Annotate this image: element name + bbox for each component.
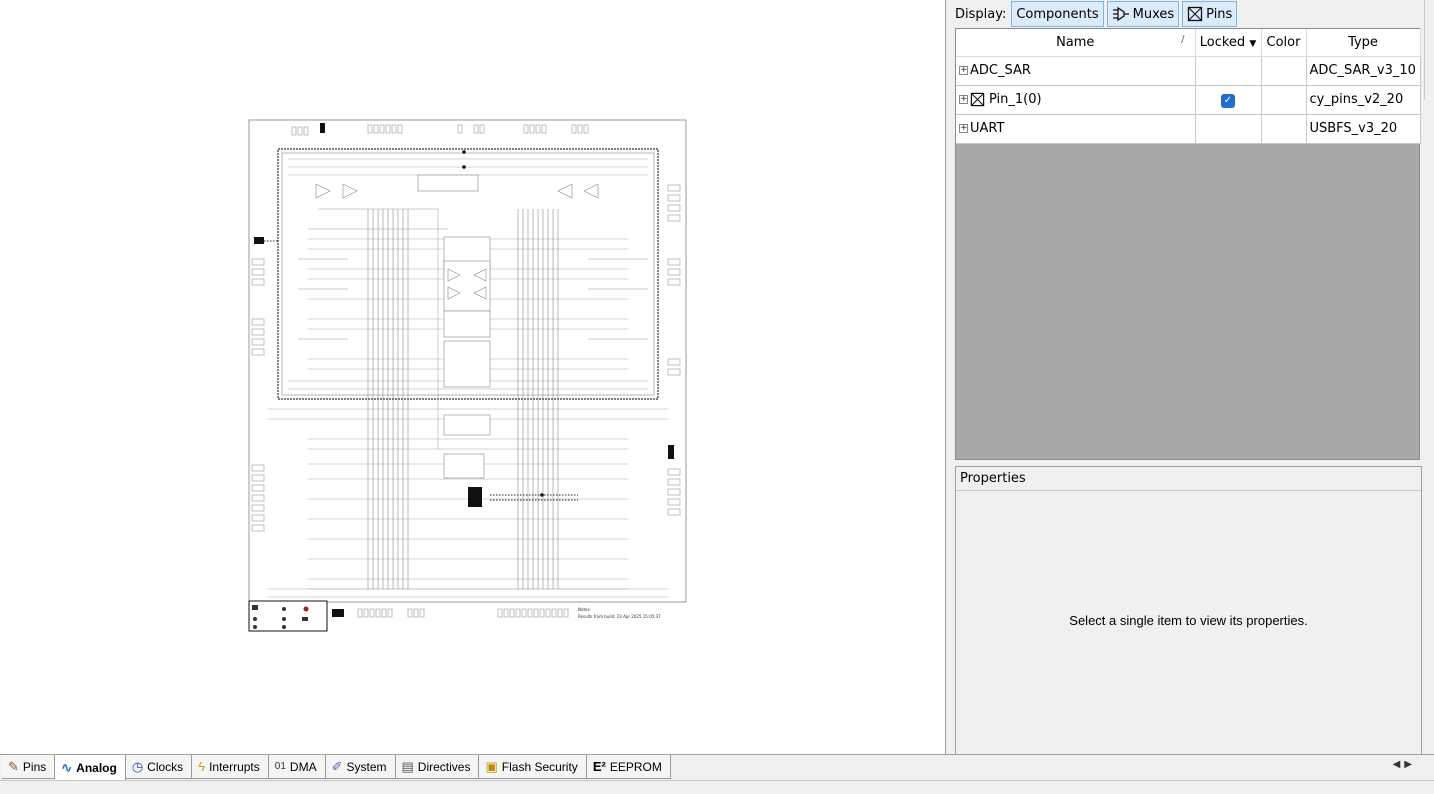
column-header-color-label: Color (1266, 34, 1301, 50)
bottom-tab-bar: ✎ Pins ∿ Analog ◷ Clocks ϟ Interrupts 01 DMA … (0, 754, 1434, 780)
tab-label: Flash Security (501, 759, 578, 774)
tab-interrupts[interactable]: ϟ Interrupts (192, 755, 269, 779)
column-header-type[interactable]: Type (1306, 29, 1421, 57)
color-cell[interactable] (1261, 114, 1307, 144)
eeprom-icon: E² (592, 759, 606, 774)
column-header-locked-label: Locked (1199, 34, 1246, 50)
tab-label: Pins (22, 759, 47, 774)
directives-icon: ▤ (401, 758, 414, 774)
lightning-icon: ϟ (198, 759, 206, 774)
name-cell[interactable]: + Pin_1(0) (956, 85, 1196, 115)
display-label: Display: (955, 6, 1007, 22)
properties-panel: Properties Select a single item to view … (955, 466, 1422, 754)
row-name: ADC_SAR (970, 63, 1031, 78)
tab-dma[interactable]: 01 DMA (268, 755, 326, 779)
properties-title: Properties (956, 467, 1421, 491)
locked-cell[interactable]: ✓ (1195, 85, 1262, 115)
tab-analog[interactable]: ∿ Analog (55, 755, 126, 780)
table-row[interactable]: + Pin_1(0) ✓ cy_pins_v2_20 (956, 85, 1421, 115)
right-panel: Display: Components Muxes Pins Name / Loc… (947, 0, 1434, 754)
muxes-button-label: Muxes (1132, 6, 1175, 22)
panel-scrollbar[interactable] (1424, 0, 1434, 100)
components-button[interactable]: Components (1011, 1, 1104, 27)
locked-cell[interactable] (1195, 114, 1262, 144)
tab-eeprom[interactable]: E² EEPROM (586, 755, 671, 779)
status-bar (0, 780, 1434, 794)
analog-canvas[interactable]: Notes: Results from build: 23 Apr 2025 1… (0, 0, 946, 754)
mux-icon (1112, 6, 1129, 22)
sort-indicator-icon: / (1181, 34, 1185, 45)
tab-label: Directives (417, 759, 471, 774)
tab-label: Interrupts (209, 759, 260, 774)
tab-label: Analog (76, 760, 117, 775)
pins-button[interactable]: Pins (1182, 1, 1238, 27)
schematic-build-text: Results from build: 23 Apr 2025 15:05:37 (578, 614, 661, 619)
components-button-label: Components (1016, 6, 1099, 22)
tab-flash-security[interactable]: ▣ Flash Security (479, 755, 587, 779)
tab-label: EEPROM (609, 759, 662, 774)
expand-icon[interactable]: + (959, 66, 968, 75)
clock-icon: ◷ (131, 758, 144, 774)
analog-schematic-diagram: Notes: Results from build: 23 Apr 2025 1… (248, 119, 687, 632)
pins-icon: ✎ (8, 758, 19, 774)
tab-pins[interactable]: ✎ Pins (2, 755, 56, 779)
scroll-left-icon[interactable]: ◀ (1393, 759, 1405, 770)
locked-cell[interactable] (1195, 56, 1262, 86)
pin-box-icon (1187, 6, 1203, 22)
scroll-right-icon[interactable]: ▶ (1404, 759, 1416, 770)
column-header-name-label: Name (1056, 34, 1095, 50)
name-cell[interactable]: + ADC_SAR (956, 56, 1196, 86)
tab-label: System (346, 759, 387, 774)
properties-empty-message: Select a single item to view its propert… (1069, 613, 1308, 628)
table-row[interactable]: + UART USBFS_v3_20 (956, 114, 1421, 144)
pins-button-label: Pins (1206, 6, 1233, 22)
type-cell: ADC_SAR_v3_10 (1306, 56, 1421, 86)
filter-dropdown-icon[interactable]: ▼ (1249, 39, 1256, 49)
row-name: UART (970, 121, 1005, 136)
expand-icon[interactable]: + (959, 124, 968, 133)
column-header-color[interactable]: Color (1261, 29, 1307, 57)
row-name: Pin_1(0) (989, 92, 1042, 107)
table-row[interactable]: + ADC_SAR ADC_SAR_v3_10 (956, 56, 1421, 86)
components-table: Name / Locked ▼ Color Type + ADC_SAR ADC_S… (956, 29, 1421, 144)
pin-box-icon (970, 92, 985, 107)
column-header-locked[interactable]: Locked ▼ (1195, 29, 1262, 57)
tab-directives[interactable]: ▤ Directives (395, 755, 480, 779)
muxes-button[interactable]: Muxes (1106, 1, 1180, 27)
tab-clocks[interactable]: ◷ Clocks (125, 755, 193, 779)
tab-scroll-arrows[interactable]: ◀▶ (1393, 759, 1416, 770)
column-header-name[interactable]: Name / (956, 29, 1196, 57)
flash-security-icon: ▣ (485, 758, 498, 774)
locked-checkbox[interactable]: ✓ (1221, 93, 1235, 108)
color-cell[interactable] (1261, 85, 1307, 115)
system-icon: ✐ (331, 758, 343, 774)
type-cell: cy_pins_v2_20 (1306, 85, 1421, 115)
components-table-container: Name / Locked ▼ Color Type + ADC_SAR ADC_S… (955, 28, 1421, 460)
expand-icon[interactable]: + (959, 95, 968, 104)
display-toolbar: Display: Components Muxes Pins (955, 0, 1238, 28)
name-cell[interactable]: + UART (956, 114, 1196, 144)
tab-label: DMA (289, 759, 317, 774)
analog-wave-icon: ∿ (61, 759, 73, 775)
tab-label: Clocks (147, 759, 184, 774)
schematic-notes-label: Notes: (578, 607, 591, 612)
color-cell[interactable] (1261, 56, 1307, 86)
dma-icon: 01 (274, 761, 286, 772)
column-header-type-label: Type (1348, 34, 1378, 50)
tab-system[interactable]: ✐ System (325, 755, 396, 779)
type-cell: USBFS_v3_20 (1306, 114, 1421, 144)
